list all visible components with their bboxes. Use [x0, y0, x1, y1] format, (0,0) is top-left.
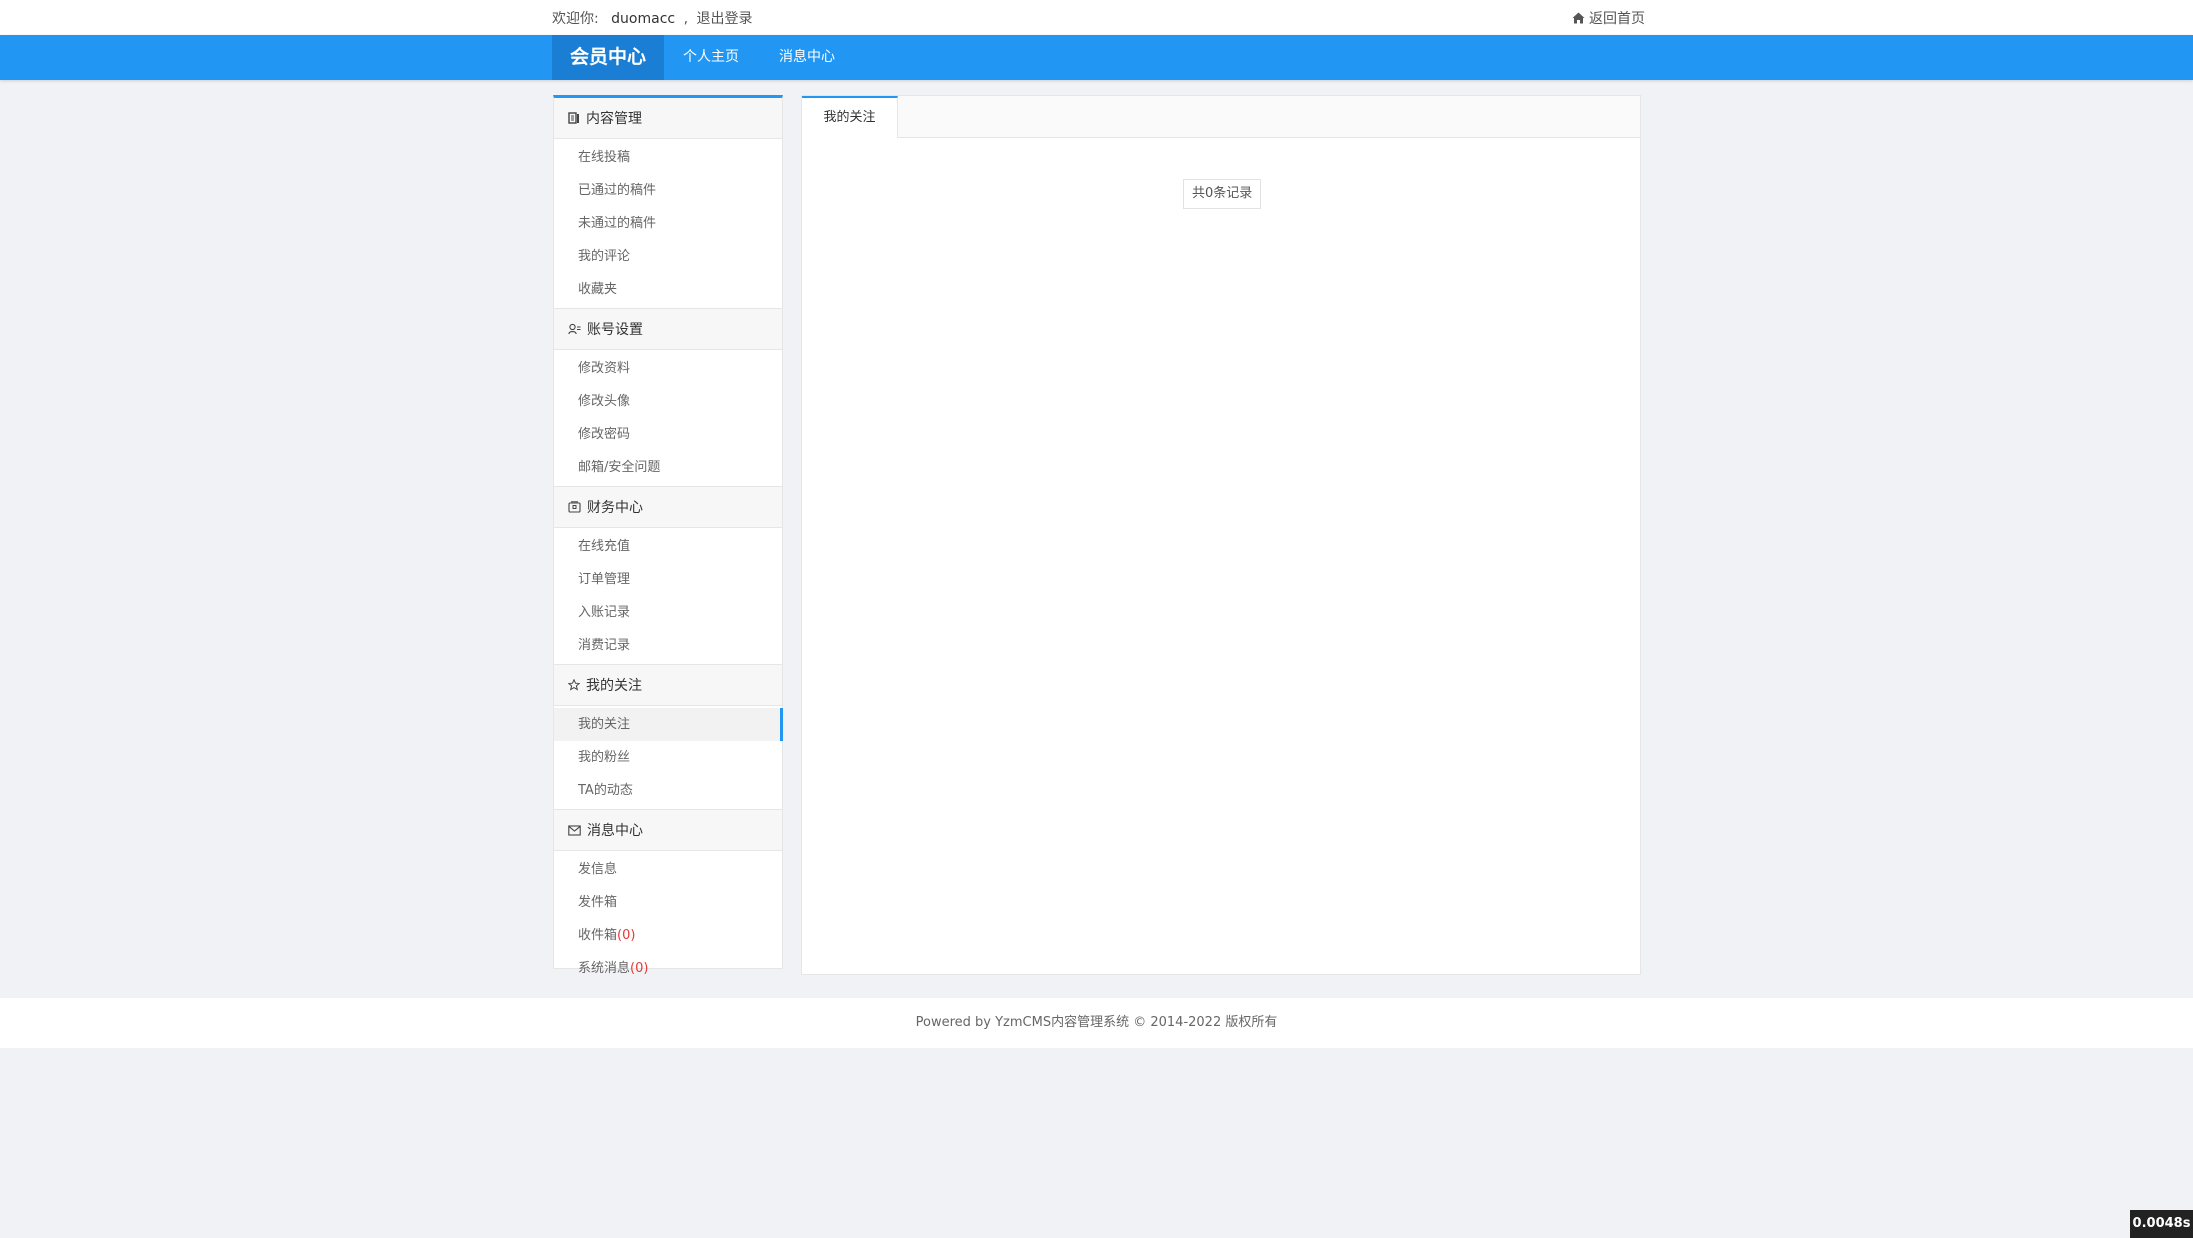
sidebar-item-orders[interactable]: 订单管理 — [554, 563, 782, 596]
sidebar-item-system-messages[interactable]: 系统消息(0) — [554, 952, 782, 985]
sidebar-item-activity[interactable]: TA的动态 — [554, 774, 782, 807]
home-icon — [1572, 12, 1585, 24]
sidebar-item-edit-avatar[interactable]: 修改头像 — [554, 385, 782, 418]
star-icon — [568, 679, 580, 691]
nav-item-messages[interactable]: 消息中心 — [779, 35, 835, 80]
sidebar-group-items: 发信息 发件箱 收件箱(0) 系统消息(0) — [554, 851, 782, 987]
home-link[interactable]: 返回首页 — [1572, 8, 1645, 28]
sidebar-item-inbox[interactable]: 收件箱(0) — [554, 919, 782, 952]
sidebar-group-finance: 财务中心 — [554, 487, 782, 528]
sidebar-item-rejected[interactable]: 未通过的稿件 — [554, 207, 782, 240]
welcome-text: 欢迎你: duomacc , 退出登录 — [552, 8, 752, 28]
tab-following[interactable]: 我的关注 — [802, 96, 898, 138]
sidebar-item-expenses[interactable]: 消费记录 — [554, 629, 782, 662]
sidebar-item-submit[interactable]: 在线投稿 — [554, 141, 782, 174]
sidebar-group-content: 内容管理 — [554, 98, 782, 139]
top-bar: 欢迎你: duomacc , 退出登录 返回首页 — [0, 0, 2193, 35]
footer-text: Powered by YzmCMS内容管理系统 © 2014-2022 版权所有 — [915, 1015, 1278, 1030]
document-icon — [568, 112, 580, 124]
system-message-count: (0) — [630, 961, 649, 976]
envelope-icon — [568, 824, 581, 836]
sidebar-group-title: 我的关注 — [586, 678, 642, 694]
brand-title[interactable]: 会员中心 — [552, 35, 664, 80]
welcome-label: 欢迎你: — [552, 11, 599, 27]
sidebar-item-fans[interactable]: 我的粉丝 — [554, 741, 782, 774]
main-navbar: 会员中心 个人主页 消息中心 — [0, 35, 2193, 80]
record-count: 共0条记录 — [1183, 179, 1262, 209]
sidebar-item-label: 系统消息 — [578, 961, 631, 976]
sidebar-group-follow: 我的关注 — [554, 665, 782, 706]
sidebar-group-items: 我的关注 我的粉丝 TA的动态 — [554, 706, 783, 810]
sidebar-group-account: 账号设置 — [554, 309, 782, 350]
sidebar-item-income[interactable]: 入账记录 — [554, 596, 782, 629]
sidebar-group-title: 财务中心 — [587, 500, 643, 516]
logout-link[interactable]: 退出登录 — [696, 11, 752, 27]
sidebar-group-messages: 消息中心 — [554, 810, 782, 851]
sidebar-item-comments[interactable]: 我的评论 — [554, 240, 782, 273]
nav-item-profile[interactable]: 个人主页 — [683, 35, 739, 80]
sidebar-group-title: 消息中心 — [587, 823, 643, 839]
sidebar-item-favorites[interactable]: 收藏夹 — [554, 273, 782, 306]
sidebar: 内容管理 在线投稿 已通过的稿件 未通过的稿件 我的评论 收藏夹 账号设置 修改… — [553, 95, 783, 976]
inbox-count: (0) — [617, 928, 636, 943]
username-link[interactable]: duomacc — [611, 11, 675, 27]
footer: Powered by YzmCMS内容管理系统 © 2014-2022 版权所有 — [0, 998, 2193, 1048]
sidebar-item-label: 发信息 — [578, 862, 618, 877]
sidebar-group-title: 账号设置 — [587, 322, 643, 338]
sidebar-item-label: 收件箱 — [578, 928, 618, 943]
wallet-icon — [568, 501, 581, 513]
sidebar-item-email-security[interactable]: 邮箱/安全问题 — [554, 451, 782, 484]
separator: , — [683, 11, 689, 27]
tab-bar: 我的关注 — [802, 96, 1640, 138]
sidebar-item-following[interactable]: 我的关注 — [554, 708, 783, 741]
sidebar-item-recharge[interactable]: 在线充值 — [554, 530, 782, 563]
sidebar-item-label: 发件箱 — [578, 895, 618, 910]
main-content: 我的关注 共0条记录 — [801, 95, 1641, 975]
sidebar-group-items: 在线充值 订单管理 入账记录 消费记录 — [554, 528, 782, 665]
sidebar-group-items: 在线投稿 已通过的稿件 未通过的稿件 我的评论 收藏夹 — [554, 139, 782, 309]
user-settings-icon — [568, 323, 581, 335]
render-timer: 0.0048s — [2130, 1210, 2193, 1238]
sidebar-item-send-message[interactable]: 发信息 — [554, 853, 782, 886]
sidebar-item-edit-profile[interactable]: 修改资料 — [554, 352, 782, 385]
sidebar-group-title: 内容管理 — [586, 111, 642, 127]
home-link-label: 返回首页 — [1589, 11, 1645, 27]
sidebar-item-outbox[interactable]: 发件箱 — [554, 886, 782, 919]
sidebar-item-approved[interactable]: 已通过的稿件 — [554, 174, 782, 207]
sidebar-item-edit-password[interactable]: 修改密码 — [554, 418, 782, 451]
sidebar-group-items: 修改资料 修改头像 修改密码 邮箱/安全问题 — [554, 350, 782, 487]
